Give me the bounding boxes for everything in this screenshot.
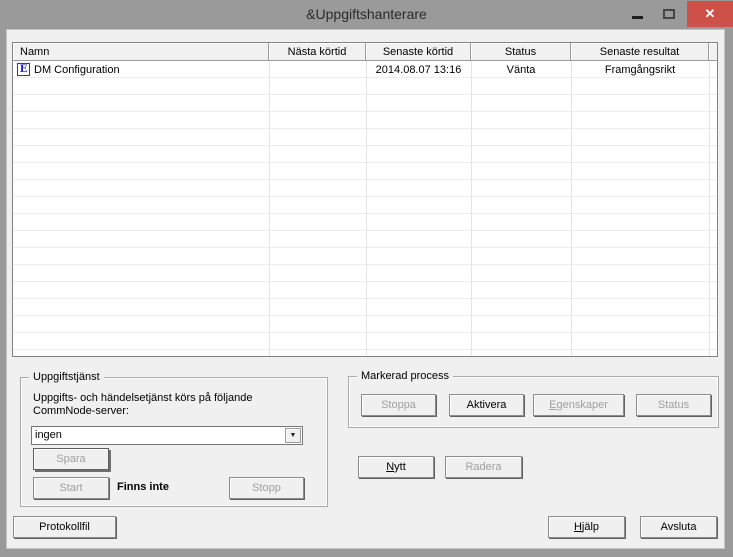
- column-divider: [571, 61, 572, 356]
- column-header-namn[interactable]: Namn: [13, 43, 269, 60]
- groupbox-title: Uppgiftstjänst: [29, 371, 104, 383]
- maximize-button[interactable]: [654, 0, 684, 28]
- task-service-groupbox: Uppgiftstjänst Uppgifts- och händelsetjä…: [20, 377, 328, 507]
- help-button-mnemonic: H: [574, 521, 582, 533]
- start-service-button[interactable]: Start: [33, 477, 109, 499]
- minimize-icon: [632, 16, 643, 19]
- new-button[interactable]: Nytt: [358, 456, 434, 478]
- cell-nasta-kortid: [269, 61, 366, 78]
- service-description-line1: Uppgifts- och händelsetjänst körs på föl…: [33, 392, 253, 404]
- title-bar: &Uppgiftshanterare ✕: [0, 0, 733, 30]
- exit-button[interactable]: Avsluta: [640, 516, 717, 538]
- new-button-label: ytt: [394, 461, 406, 473]
- list-body: E DM Configuration 2014.08.07 13:16 Vänt…: [13, 61, 717, 356]
- properties-button-label: genskaper: [556, 399, 607, 411]
- minimize-button[interactable]: [622, 0, 652, 28]
- list-header: Namn Nästa körtid Senaste körtid Status …: [13, 43, 717, 61]
- task-item-icon: E: [17, 63, 30, 76]
- dialog-window: &Uppgiftshanterare ✕ Namn Nästa körtid S…: [0, 0, 733, 557]
- column-header-senaste-kortid[interactable]: Senaste körtid: [366, 43, 471, 60]
- column-divider: [269, 61, 270, 356]
- combobox-selected-value: ingen: [35, 428, 62, 443]
- cell-namn: E DM Configuration: [13, 61, 269, 78]
- cell-senaste-kortid: 2014.08.07 13:16: [366, 61, 471, 78]
- column-divider: [471, 61, 472, 356]
- stop-service-button[interactable]: Stopp: [229, 477, 304, 499]
- delete-button[interactable]: Radera: [445, 456, 522, 478]
- task-name: DM Configuration: [34, 64, 120, 76]
- service-status-text: Finns inte: [117, 481, 169, 493]
- close-button[interactable]: ✕: [687, 1, 733, 27]
- save-button[interactable]: Spara: [33, 448, 109, 470]
- column-header-senaste-resultat[interactable]: Senaste resultat: [571, 43, 709, 60]
- column-header-status[interactable]: Status: [471, 43, 571, 60]
- groupbox-title: Markerad process: [357, 370, 453, 382]
- commnode-server-combobox[interactable]: ingen ▼: [31, 426, 303, 445]
- process-status-button[interactable]: Status: [636, 394, 711, 416]
- dialog-client-area: Namn Nästa körtid Senaste körtid Status …: [7, 30, 724, 548]
- maximize-icon: [663, 9, 675, 19]
- chevron-down-icon: ▼: [290, 432, 297, 439]
- log-file-button[interactable]: Protokollfil: [13, 516, 116, 538]
- cell-status: Vänta: [471, 61, 571, 78]
- help-button[interactable]: Hjälp: [548, 516, 625, 538]
- column-header-nasta-kortid[interactable]: Nästa körtid: [269, 43, 366, 60]
- properties-button-mnemonic: E: [549, 399, 556, 411]
- table-row[interactable]: E DM Configuration 2014.08.07 13:16 Vänt…: [13, 61, 717, 78]
- service-description-line2: CommNode-server:: [33, 405, 129, 417]
- activate-button[interactable]: Aktivera: [449, 394, 524, 416]
- task-list-view: Namn Nästa körtid Senaste körtid Status …: [12, 42, 718, 357]
- column-divider: [709, 61, 710, 356]
- combobox-dropdown-button[interactable]: ▼: [285, 428, 301, 443]
- column-divider: [366, 61, 367, 356]
- properties-button[interactable]: Egenskaper: [533, 394, 624, 416]
- marked-process-groupbox: Markerad process Stoppa Aktivera Egenska…: [348, 376, 719, 428]
- stop-process-button[interactable]: Stoppa: [361, 394, 436, 416]
- new-button-mnemonic: N: [386, 461, 394, 473]
- close-icon: ✕: [705, 6, 716, 22]
- help-button-label: jälp: [582, 521, 599, 533]
- cell-senaste-resultat: Framgångsrikt: [571, 61, 709, 78]
- column-header-filler: [709, 43, 717, 60]
